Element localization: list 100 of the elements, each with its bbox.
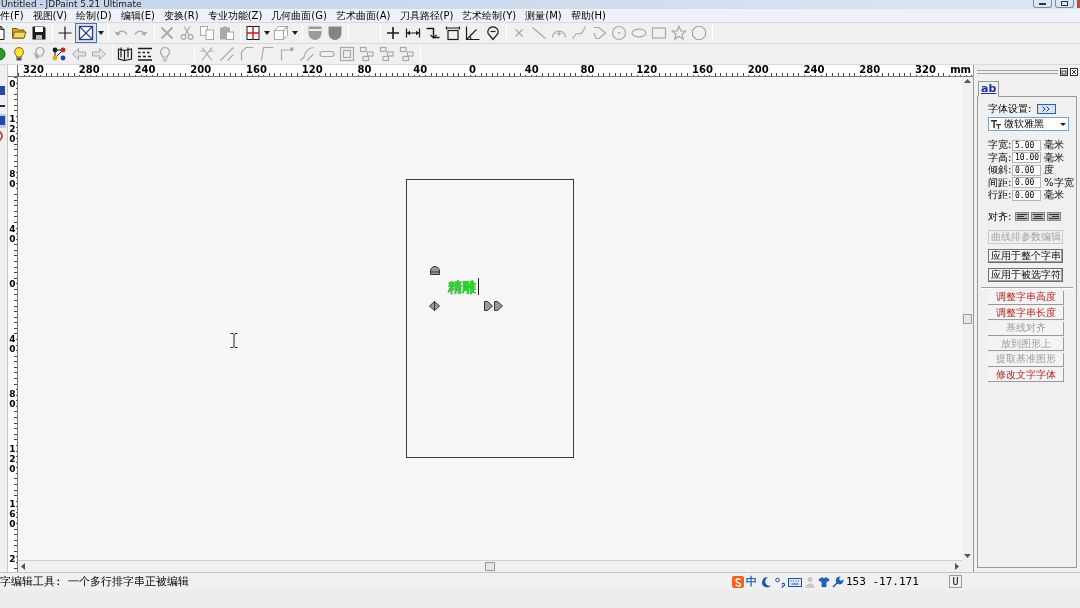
punctuation-icon[interactable] xyxy=(774,575,786,588)
pages-icon[interactable] xyxy=(117,46,133,62)
align-button[interactable] xyxy=(1047,212,1061,221)
align-button[interactable] xyxy=(1031,212,1045,221)
panel-button[interactable]: 修改文字字体 xyxy=(988,368,1064,382)
text-cursor-icon xyxy=(230,333,238,348)
ruler-label: 0 xyxy=(468,65,477,75)
caret-icon xyxy=(1060,122,1066,126)
menu-item[interactable]: 变换(R) xyxy=(163,10,199,21)
crosshair-icon[interactable] xyxy=(57,25,73,41)
ruler-label: 40 xyxy=(9,224,16,244)
window-title: Untitled - JDPaint 5.21 Ultimate xyxy=(0,0,142,9)
ruler-label: 40 xyxy=(9,334,16,354)
input-mode-label[interactable]: 中 xyxy=(746,576,758,587)
double-arrow-handle-icon[interactable] xyxy=(484,301,504,311)
ruler-label: 200 xyxy=(746,65,770,75)
panel-grip-handle[interactable] xyxy=(977,70,1058,74)
arc-icon[interactable] xyxy=(0,129,6,143)
canvas-text: 精雕 xyxy=(448,279,476,295)
step-line-icon[interactable] xyxy=(425,25,441,41)
menu-item[interactable]: 绘制(D) xyxy=(76,10,112,21)
ruler-label: 160 xyxy=(9,499,16,529)
unit-label: 毫米 xyxy=(1044,190,1064,201)
close-icon[interactable] xyxy=(1070,68,1078,76)
scroll-right-arrow-icon[interactable] xyxy=(955,563,959,570)
scroll-down-arrow-icon[interactable] xyxy=(964,554,971,558)
menu-item[interactable]: 几何曲面(G) xyxy=(271,10,327,21)
expand-button[interactable] xyxy=(1037,104,1057,114)
menu-item[interactable]: 艺术绘制(Y) xyxy=(462,10,517,21)
menu-item[interactable]: 专业功能(Z) xyxy=(207,10,263,21)
ruler-label: 40 xyxy=(523,65,540,75)
menu-item[interactable]: 艺术曲面(A) xyxy=(335,10,391,21)
square-icon[interactable] xyxy=(0,114,6,128)
split-window-icon[interactable] xyxy=(245,25,261,41)
caret-icon[interactable] xyxy=(291,30,299,36)
scroll-thumb[interactable] xyxy=(485,562,495,571)
box-dimension-icon[interactable] xyxy=(445,25,461,41)
dome-handle-icon[interactable] xyxy=(430,266,440,275)
caret-icon[interactable] xyxy=(97,30,105,36)
angle-icon[interactable] xyxy=(465,25,481,41)
status-message: 字编辑工具: 一个多行排字串正被编辑 xyxy=(0,576,190,587)
panel-button[interactable]: 应用于被选字符 xyxy=(988,267,1063,282)
ruler-label: 160 xyxy=(245,65,268,75)
shirt-icon[interactable] xyxy=(818,575,830,588)
scroll-left-arrow-icon[interactable] xyxy=(21,563,25,570)
number-field[interactable]: 0.00 xyxy=(1012,177,1041,189)
ruler-label: 40 xyxy=(412,65,429,75)
ruler-label: 240 xyxy=(133,65,157,75)
ruler-label: 80 xyxy=(579,65,596,75)
ruler-label: 80 xyxy=(356,65,373,75)
dashed-lines-icon[interactable] xyxy=(137,46,153,62)
number-field[interactable]: 10.00 xyxy=(1012,152,1041,164)
number-field[interactable]: 0.00 xyxy=(1012,164,1041,176)
panel-button[interactable]: 调整字串高度 xyxy=(988,290,1064,305)
field-label: 倾斜: xyxy=(988,165,1012,176)
menu-item[interactable]: 刀具路径(P) xyxy=(399,10,454,21)
scroll-thumb[interactable] xyxy=(963,313,972,324)
plus-icon[interactable] xyxy=(385,25,401,41)
scroll-up-arrow-icon[interactable] xyxy=(964,79,971,83)
ruler-label: 280 xyxy=(858,65,882,75)
light-bulb-icon[interactable] xyxy=(11,46,27,62)
unit-label: %字宽 xyxy=(1044,177,1074,188)
maximize-button[interactable] xyxy=(1055,0,1074,8)
folder-icon[interactable] xyxy=(11,25,27,41)
minimize-button[interactable] xyxy=(1033,0,1052,8)
balloon-icon[interactable] xyxy=(485,25,501,41)
node-dots-icon[interactable] xyxy=(51,46,67,62)
unit-label: 毫米 xyxy=(1044,140,1064,151)
minimize-icon xyxy=(1039,2,1046,5)
menu-item[interactable]: 测量(M) xyxy=(525,10,562,21)
panel-button[interactable]: 调整字串长度 xyxy=(988,306,1064,320)
panel-button[interactable]: 应用于整个字串 xyxy=(988,248,1063,263)
moon-icon[interactable] xyxy=(760,575,772,588)
menu-item[interactable]: 编辑(E) xyxy=(120,10,155,21)
page-icon[interactable] xyxy=(0,25,7,41)
font-dropdown[interactable]: 微软雅黑 xyxy=(988,117,1069,131)
restore-icon xyxy=(1061,1,1068,6)
align-button[interactable] xyxy=(1015,212,1029,221)
ruler-label: 160 xyxy=(691,65,714,75)
field-label: 间距: xyxy=(988,177,1012,188)
wrench-icon[interactable] xyxy=(832,575,844,588)
number-field[interactable]: 0.00 xyxy=(1012,189,1041,201)
align-center-icon xyxy=(1033,214,1043,219)
ruler-label: 2 xyxy=(9,554,16,564)
menu-item[interactable]: 视图(V) xyxy=(32,10,68,21)
number-field[interactable]: 5.00 xyxy=(1012,139,1041,151)
diamond-handle-icon[interactable] xyxy=(429,301,440,311)
menu-item[interactable]: 件(F) xyxy=(0,10,24,21)
unit-label: 毫米 xyxy=(1044,152,1064,163)
ruler-label: 120 xyxy=(9,444,16,474)
logo-icon[interactable] xyxy=(732,575,744,588)
panel-tab[interactable]: ab xyxy=(978,81,1000,97)
menu-item[interactable]: 帮助(H) xyxy=(570,10,607,21)
caret-icon[interactable] xyxy=(263,30,271,36)
field-label: 字宽: xyxy=(988,140,1012,151)
keyboard-icon[interactable] xyxy=(788,575,802,588)
ruler-label: 0 xyxy=(9,79,16,89)
ruler-label: 80 xyxy=(9,169,16,189)
shield-icon[interactable] xyxy=(327,25,343,41)
restore-icon[interactable] xyxy=(1060,68,1068,76)
